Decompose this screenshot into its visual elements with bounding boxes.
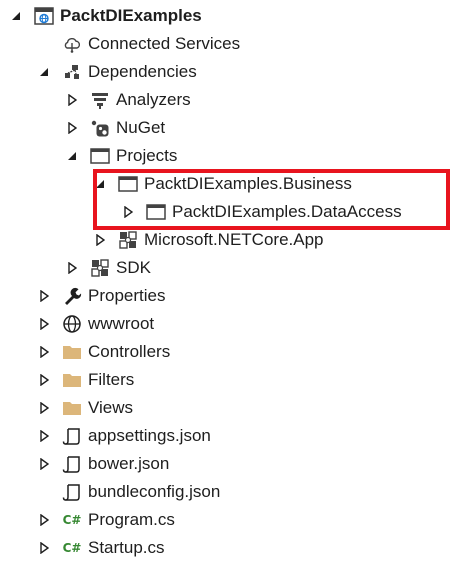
globe-icon [62,314,82,334]
collapsed-arrow-icon[interactable] [38,450,50,478]
tree-item-properties[interactable]: Properties [0,282,452,310]
tree-item-bundleconfig[interactable]: bundleconfig.json [0,478,452,506]
project-reference-icon [146,202,166,222]
wrench-icon [62,286,82,306]
collapsed-arrow-icon[interactable] [38,366,50,394]
dependencies-icon [62,62,82,82]
collapsed-arrow-icon[interactable] [38,338,50,366]
analyzers-icon [90,90,110,110]
tree-item-nuget[interactable]: NuGet [0,114,452,142]
collapsed-arrow-icon[interactable] [66,86,78,114]
collapsed-arrow-icon[interactable] [94,226,106,254]
folder-icon [62,370,82,390]
collapsed-arrow-icon[interactable] [122,198,134,226]
sdk-icon [118,230,138,250]
collapsed-arrow-icon[interactable] [66,254,78,282]
csharp-file-icon: C# [62,513,82,527]
expanded-arrow-icon[interactable] [94,170,106,198]
project-reference-icon [118,174,138,194]
expanded-arrow-icon[interactable] [10,2,22,30]
tree-item-controllers[interactable]: Controllers [0,338,452,366]
collapsed-arrow-icon[interactable] [38,282,50,310]
expanded-arrow-icon[interactable] [66,142,78,170]
project-reference-icon [90,146,110,166]
web-project-icon [34,6,54,26]
expanded-arrow-icon[interactable] [38,58,50,86]
json-file-icon [62,454,82,474]
csharp-file-icon: C# [62,541,82,555]
sdk-icon [90,258,110,278]
tree-item-label: Program.cs [88,510,175,529]
collapsed-arrow-icon[interactable] [66,114,78,142]
tree-item-netcore-app[interactable]: Microsoft.NETCore.App [0,226,452,254]
tree-item-label: Views [88,398,134,417]
connected-services-icon [62,34,82,54]
tree-item-label: SDK [116,258,151,277]
tree-item-label: NuGet [116,118,166,137]
tree-item-views[interactable]: Views [0,394,452,422]
nuget-icon [90,118,110,138]
tree-item-label: Dependencies [88,62,197,81]
tree-item-projects[interactable]: Projects [0,142,452,170]
tree-item-label: Analyzers [116,90,191,109]
tree-item-business[interactable]: PacktDIExamples.Business [0,170,452,198]
tree-item-label: appsettings.json [88,426,211,445]
solution-explorer-tree: PacktDIExamples Connected Services Depende… [0,0,452,563]
collapsed-arrow-icon[interactable] [38,394,50,422]
json-file-icon [62,482,82,502]
tree-item-program[interactable]: C# Program.cs [0,506,452,534]
folder-icon [62,398,82,418]
tree-item-filters[interactable]: Filters [0,366,452,394]
tree-item-project[interactable]: PacktDIExamples [0,2,452,30]
tree-item-label: Controllers [88,342,171,361]
collapsed-arrow-icon[interactable] [38,310,50,338]
collapsed-arrow-icon[interactable] [38,422,50,450]
folder-icon [62,342,82,362]
tree-item-bower[interactable]: bower.json [0,450,452,478]
tree-item-label: wwwroot [88,314,155,333]
tree-item-label: PacktDIExamples.DataAccess [172,202,402,221]
tree-item-label: Microsoft.NETCore.App [144,230,324,249]
tree-item-label: Startup.cs [88,538,165,557]
tree-item-label: bower.json [88,454,170,473]
tree-item-dataaccess[interactable]: PacktDIExamples.DataAccess [0,198,452,226]
tree-item-dependencies[interactable]: Dependencies [0,58,452,86]
tree-item-label: Properties [88,286,166,305]
tree-item-label: Projects [116,146,178,165]
tree-item-connected-services[interactable]: Connected Services [0,30,452,58]
json-file-icon [62,426,82,446]
tree-item-label: PacktDIExamples [60,6,202,25]
tree-item-wwwroot[interactable]: wwwroot [0,310,452,338]
tree-item-label: Filters [88,370,135,389]
tree-item-label: PacktDIExamples.Business [144,174,352,193]
tree-item-startup[interactable]: C# Startup.cs [0,534,452,562]
tree-item-sdk[interactable]: SDK [0,254,452,282]
tree-item-label: bundleconfig.json [88,482,221,501]
tree-item-appsettings[interactable]: appsettings.json [0,422,452,450]
collapsed-arrow-icon[interactable] [38,534,50,562]
collapsed-arrow-icon[interactable] [38,506,50,534]
tree-item-label: Connected Services [88,34,241,53]
tree-item-analyzers[interactable]: Analyzers [0,86,452,114]
